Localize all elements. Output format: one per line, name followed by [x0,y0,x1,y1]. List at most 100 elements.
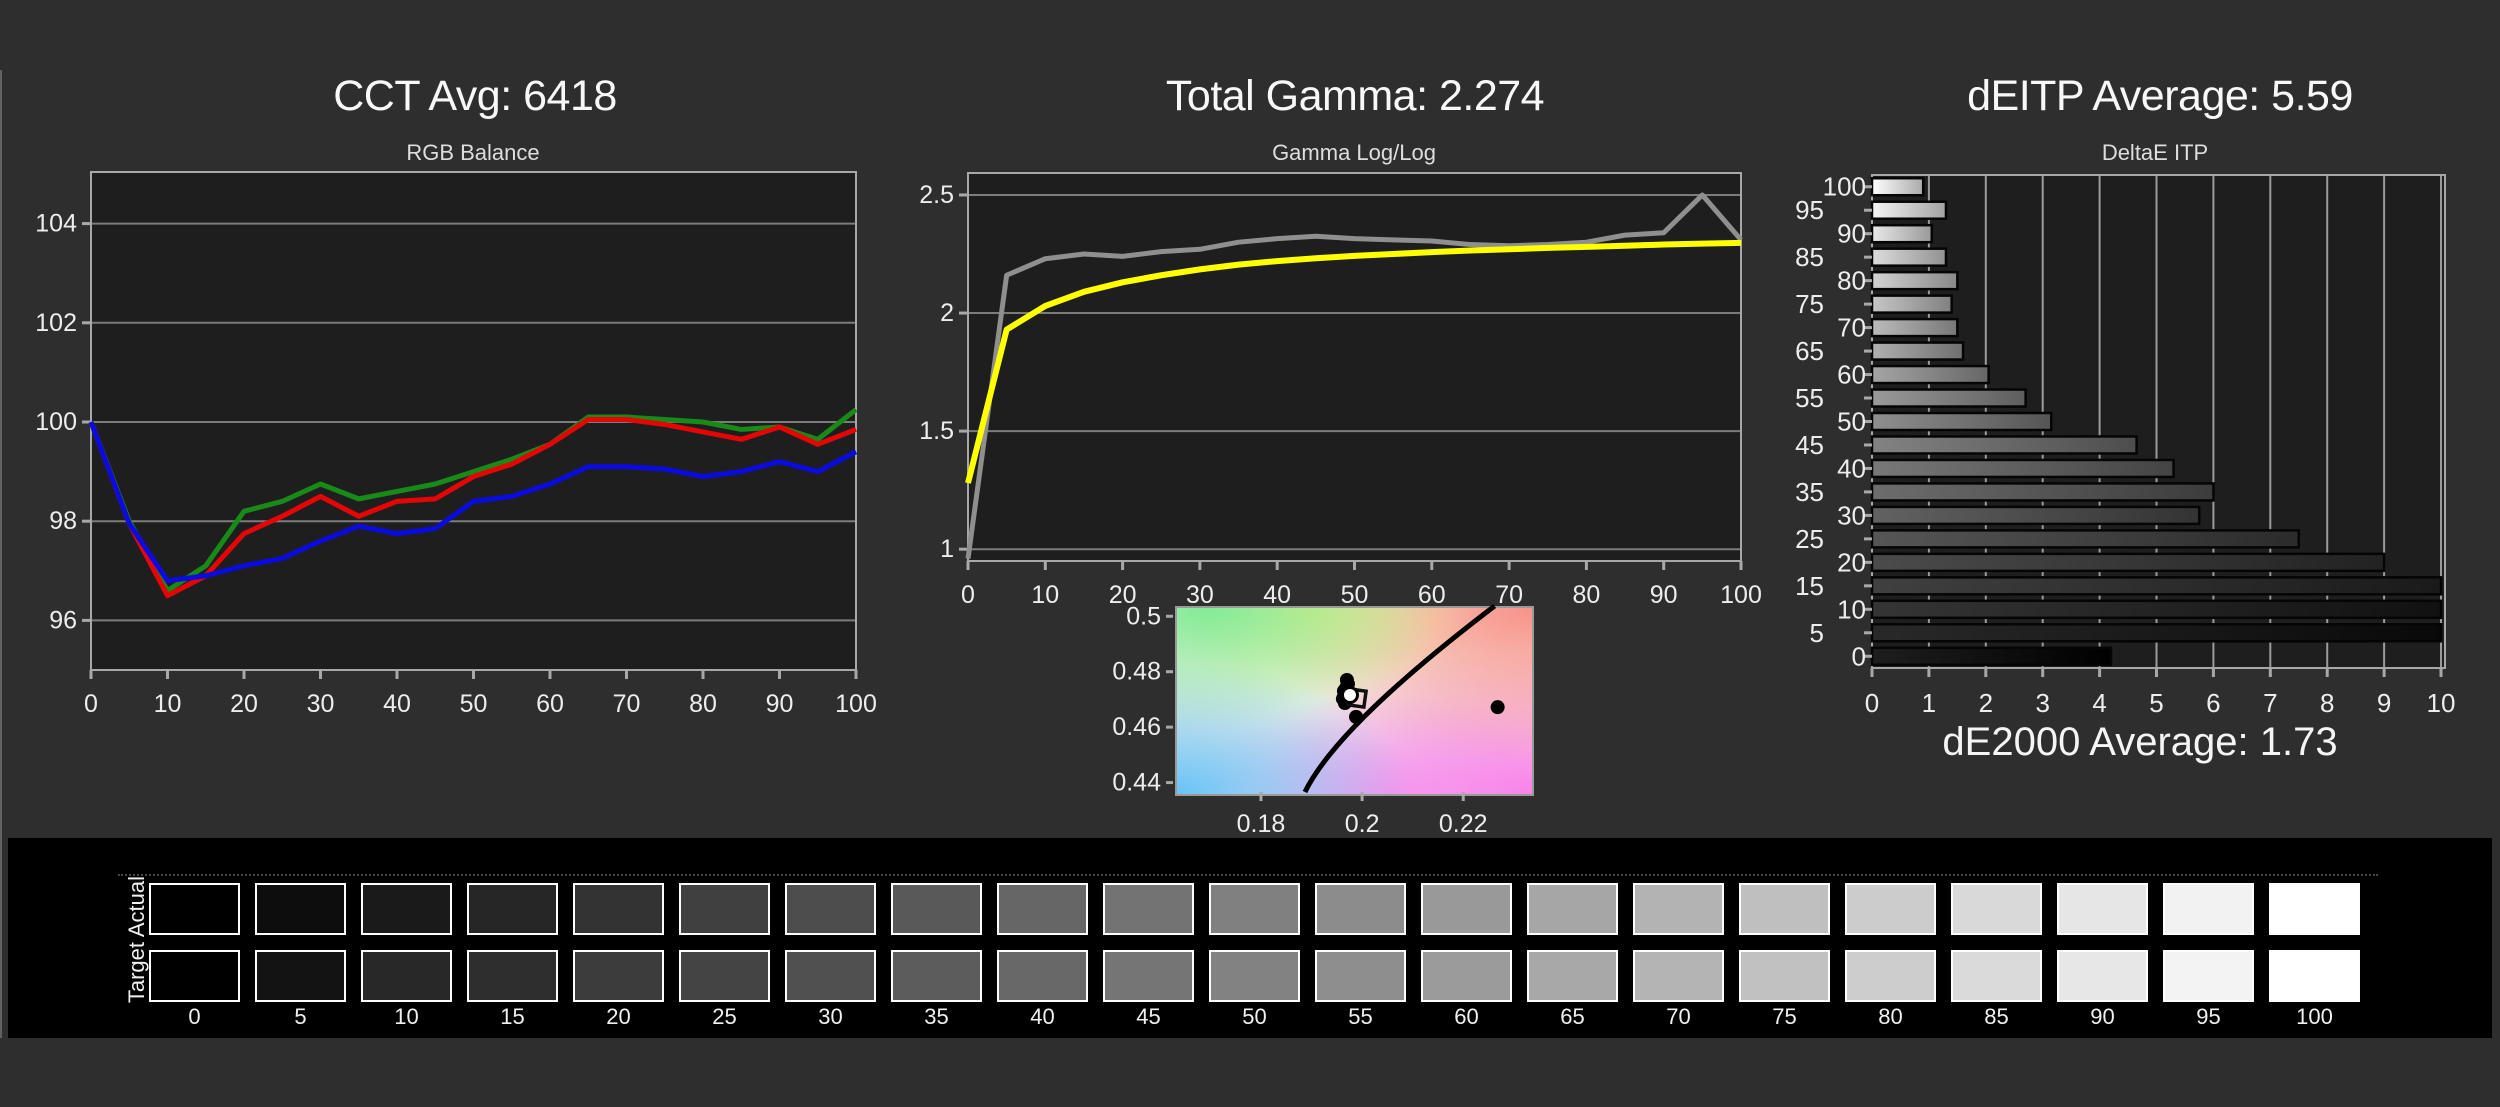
svg-text:80: 80 [689,690,717,718]
svg-text:0.48: 0.48 [1112,658,1161,686]
swatch-actual-10 [361,883,452,935]
deltae-bar-75 [1870,294,1953,314]
svg-text:5: 5 [2149,688,2163,718]
deltae-itp-chart: 0 1 2 3 4 5 6 7 8 9 101009590858075706560555045403… [1795,172,2455,718]
svg-text:30: 30 [1837,500,1866,530]
svg-text:0: 0 [1852,641,1866,671]
de2000-average-label: dE2000 Average: 1.73 [1942,720,2338,764]
swatch-actual-35 [891,883,982,935]
svg-text:0.2: 0.2 [1345,810,1380,838]
swatch-target-70 [1633,950,1724,1002]
swatch-actual-40 [997,883,1088,935]
svg-text:5: 5 [1810,618,1824,648]
rgb-balance-chart-series-blue [88,421,858,584]
swatch-target-95 [2163,950,2254,1002]
strip-level-label: 35 [924,1004,949,1029]
strip-level-label: 5 [294,1004,307,1029]
swatch-actual-70 [1633,883,1724,935]
svg-text:6: 6 [2206,688,2220,718]
swatch-target-25 [679,950,770,1002]
gamma-chart-series-target [965,239,1742,484]
svg-text:3: 3 [2035,688,2049,718]
svg-text:30: 30 [1186,581,1214,609]
svg-text:10: 10 [1837,594,1866,624]
strip-column-10: 10 [361,838,452,1038]
deltae-bar-5 [1870,623,2443,643]
svg-text:0.22: 0.22 [1439,810,1488,838]
strip-column-95: 95 [2163,838,2254,1038]
svg-text:90: 90 [1837,219,1866,249]
svg-text:35: 35 [1795,477,1824,507]
strip-column-80: 80 [1845,838,1936,1038]
strip-column-5: 5 [255,838,346,1038]
strip-column-35: 35 [891,838,982,1038]
deltae-bar-90 [1870,223,1933,244]
svg-text:1: 1 [1922,688,1936,718]
swatch-target-45 [1103,950,1194,1002]
svg-text:20: 20 [230,690,258,718]
strip-level-label: 90 [2090,1004,2115,1029]
svg-text:1.5: 1.5 [919,417,954,445]
svg-text:10: 10 [2427,688,2456,718]
strip-level-label: 0 [188,1004,201,1029]
swatch-target-0 [149,950,240,1002]
strip-column-55: 55 [1315,838,1406,1038]
actual-row-label: Actual [124,876,149,938]
svg-text:9: 9 [2377,688,2391,718]
strip-column-65: 65 [1527,838,1618,1038]
svg-text:102: 102 [35,309,77,337]
swatch-target-5 [255,950,346,1002]
svg-text:10: 10 [1031,581,1059,609]
deltae-bar-50 [1870,411,2053,432]
swatch-target-65 [1527,950,1618,1002]
svg-text:0: 0 [84,690,98,718]
svg-text:80: 80 [1572,581,1600,609]
svg-text:2.5: 2.5 [919,181,954,209]
svg-text:50: 50 [460,690,488,718]
deltae-bar-30 [1870,505,2201,526]
deltae-bar-10 [1870,599,2443,620]
strip-column-100: 100 [2269,838,2360,1038]
svg-text:7: 7 [2263,688,2277,718]
deltae-bar-70 [1870,317,1959,338]
swatch-actual-5 [255,883,346,935]
svg-text:100: 100 [35,408,77,436]
swatch-actual-85 [1951,883,2042,935]
svg-text:60: 60 [1418,581,1446,609]
strip-level-label: 20 [606,1004,631,1029]
strip-level-label: 100 [2296,1004,2333,1029]
strip-column-90: 90 [2057,838,2148,1038]
svg-text:100: 100 [1823,172,1866,202]
svg-text:0.18: 0.18 [1237,810,1286,838]
strip-level-label: 60 [1454,1004,1479,1029]
rgb-balance-chart: 96 98 100 102 104 0 10 20 30 40 50 60 70 80 90 100 [35,171,877,718]
swatch-actual-50 [1209,883,1300,935]
strip-level-label: 15 [500,1004,525,1029]
deltae-bar-80 [1870,270,1959,291]
swatch-target-35 [891,950,982,1002]
swatch-target-50 [1209,950,1300,1002]
swatch-actual-20 [573,883,664,935]
deltae-bar-0 [1870,646,2113,667]
deltae-bar-65 [1870,341,1965,361]
swatch-actual-30 [785,883,876,935]
deltae-bar-85 [1870,247,1948,267]
strip-column-70: 70 [1633,838,1724,1038]
deltae-bar-20 [1870,552,2386,573]
strip-column-30: 30 [785,838,876,1038]
swatch-target-80 [1845,950,1936,1002]
strip-column-25: 25 [679,838,770,1038]
strip-level-label: 10 [394,1004,419,1029]
svg-text:70: 70 [613,690,641,718]
svg-text:0.5: 0.5 [1126,602,1161,630]
strip-column-60: 60 [1421,838,1512,1038]
svg-text:65: 65 [1795,336,1824,366]
svg-text:40: 40 [1263,581,1291,609]
svg-text:10: 10 [154,690,182,718]
strip-column-15: 15 [467,838,558,1038]
swatch-actual-15 [467,883,558,935]
swatch-actual-75 [1739,883,1830,935]
strip-level-label: 85 [1984,1004,2009,1029]
svg-text:98: 98 [49,507,77,535]
strip-level-label: 70 [1666,1004,1691,1029]
